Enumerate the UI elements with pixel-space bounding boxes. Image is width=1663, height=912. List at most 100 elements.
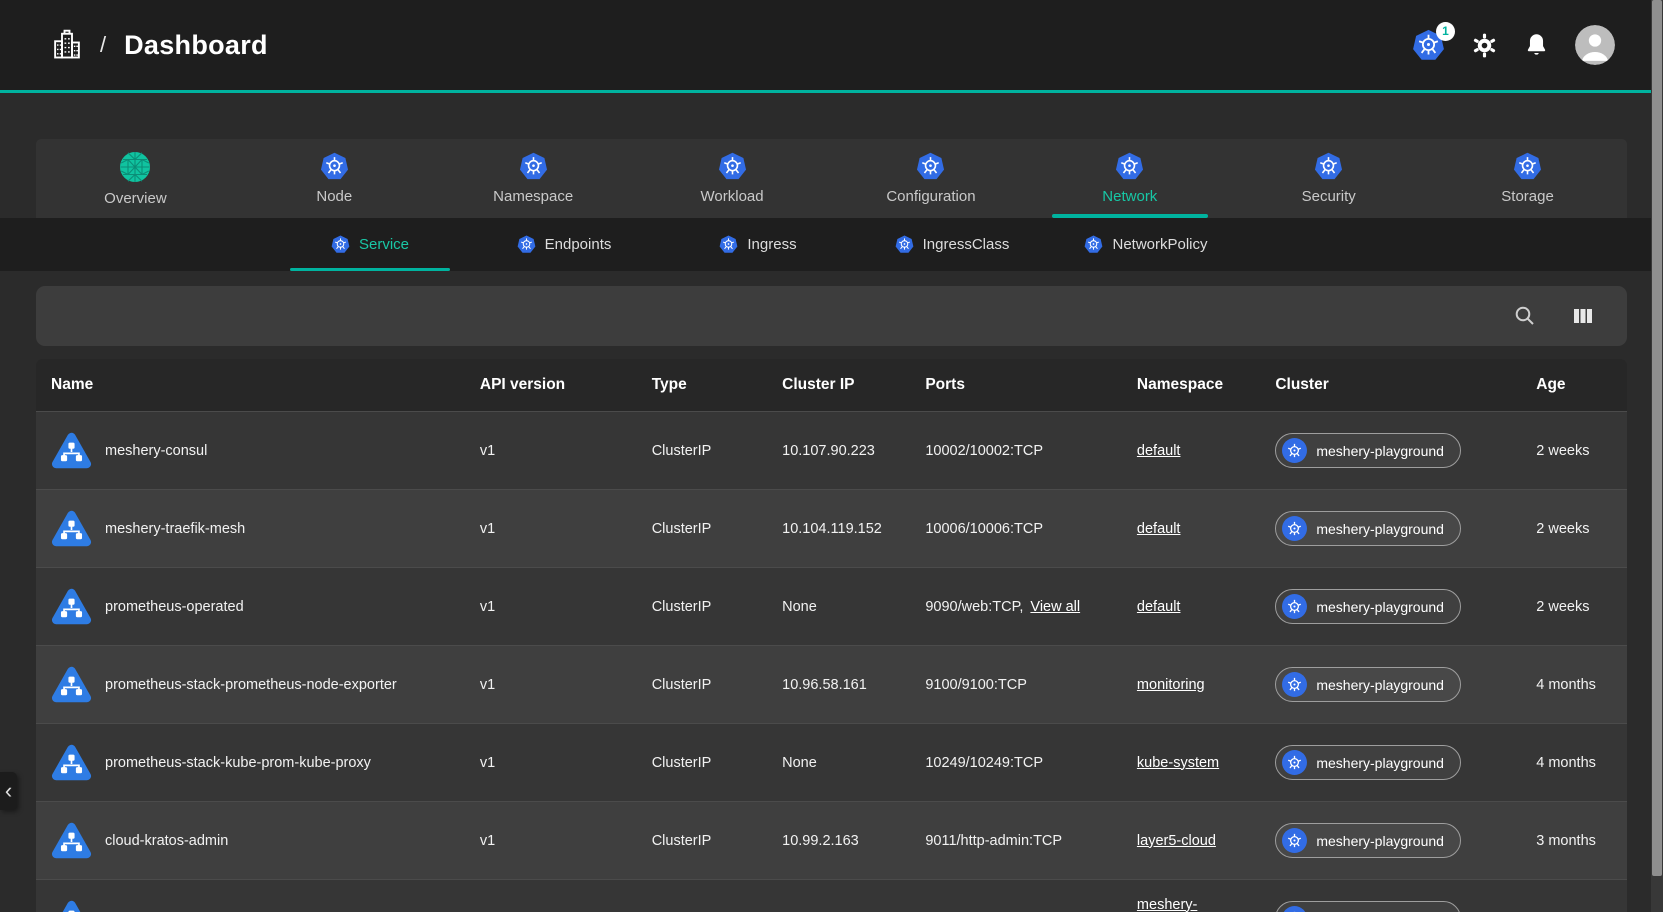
cluster-cell: meshery-playground [1275,511,1536,546]
service-name: cloud-kratos-admin [105,833,228,849]
cluster-chip[interactable]: meshery-playground [1275,823,1461,858]
resource-tab[interactable]: Security [1229,139,1428,218]
context-count-badge: 1 [1436,22,1455,41]
ports-value: 10006/10006:TCP [925,521,1043,537]
column-header-name[interactable]: Name [36,376,480,394]
age-cell: 2 weeks [1536,599,1627,615]
cluster-chip[interactable]: meshery-playground [1275,901,1461,912]
table-row: prometheus-operated v1 ClusterIP None 90… [36,567,1627,645]
column-header-api-version[interactable]: API version [480,376,652,394]
resource-tab[interactable]: Configuration [832,139,1031,218]
namespace-link[interactable]: layer5-cloud [1137,833,1216,849]
view-columns-button[interactable] [1565,298,1601,334]
api-version-cell: v1 [480,755,652,771]
api-version-cell: v1 [480,599,652,615]
namespace-link[interactable]: default [1137,443,1181,459]
table-row: prometheus-stack-prometheus-node-exporte… [36,645,1627,723]
app-root: / Dashboard 1 [0,0,1663,912]
scrollbar-thumb[interactable] [1652,0,1662,876]
kubernetes-icon [1282,906,1307,912]
kubernetes-context-button[interactable]: 1 [1412,29,1445,62]
cluster-cell: meshery-playground [1275,433,1536,468]
selected-subtab-underline [290,268,449,271]
table-row: meshery-traefik-mesh v1 ClusterIP 10.104… [36,489,1627,567]
settings-button[interactable] [1471,32,1498,59]
table-row: cloud-kratos-admin v1 ClusterIP 10.99.2.… [36,801,1627,879]
column-header-ports[interactable]: Ports [925,376,1137,394]
kubernetes-icon [1282,594,1307,619]
resource-tab[interactable]: Overview [36,139,235,218]
resource-tab[interactable]: Namespace [434,139,633,218]
view-all-ports-link[interactable]: View all [1030,599,1080,615]
column-header-age[interactable]: Age [1536,376,1627,394]
kubernetes-icon [719,235,738,254]
column-header-namespace[interactable]: Namespace [1137,376,1275,394]
service-name-cell[interactable] [36,898,480,912]
namespace-link[interactable]: kube-system [1137,755,1219,771]
cluster-chip[interactable]: meshery-playground [1275,433,1461,468]
column-header-cluster[interactable]: Cluster [1275,376,1536,394]
search-button[interactable] [1507,298,1543,334]
cluster-ip-cell: None [782,599,925,615]
service-name-cell[interactable]: meshery-traefik-mesh [36,508,480,549]
namespace-link[interactable]: default [1137,599,1181,615]
resource-tab[interactable]: Node [235,139,434,218]
resource-tab-label: Namespace [493,188,573,205]
ports-value: 10002/10002:TCP [925,443,1043,459]
kubernetes-icon [1282,438,1307,463]
resource-tab[interactable]: Network [1030,139,1229,218]
chevron-left-icon: ‹ [5,778,12,803]
cluster-chip[interactable]: meshery-playground [1275,745,1461,780]
column-header-type[interactable]: Type [652,376,782,394]
service-name-cell[interactable]: cloud-kratos-admin [36,820,480,861]
namespace-link[interactable]: meshery- [1137,897,1197,912]
cluster-chip-label: meshery-playground [1316,521,1444,537]
sub-tab[interactable]: Endpoints [467,218,661,271]
ports-value: 9100/9100:TCP [925,677,1027,693]
cluster-chip[interactable]: meshery-playground [1275,511,1461,546]
namespace-link[interactable]: monitoring [1137,677,1205,693]
namespace-link[interactable]: default [1137,521,1181,537]
type-cell: ClusterIP [652,521,782,537]
cluster-chip[interactable]: meshery-playground [1275,667,1461,702]
ports-value: 9090/web:TCP, [925,599,1023,615]
user-menu-button[interactable] [1575,25,1615,65]
kubernetes-icon [1513,152,1542,181]
service-name-cell[interactable]: prometheus-stack-kube-prom-kube-proxy [36,742,480,783]
resource-tab-label: Security [1302,188,1356,205]
sub-tab[interactable]: Service [273,218,467,271]
kubernetes-icon [331,235,350,254]
building-icon[interactable] [52,28,82,62]
kubernetes-icon [718,152,747,181]
column-header-cluster-ip[interactable]: Cluster IP [782,376,925,394]
table-row: meshery-consul v1 ClusterIP 10.107.90.22… [36,411,1627,489]
service-name-cell[interactable]: meshery-consul [36,430,480,471]
sub-tab[interactable]: IngressClass [855,218,1049,271]
table-body: meshery-consul v1 ClusterIP 10.107.90.22… [36,411,1627,912]
cluster-chip-label: meshery-playground [1316,755,1444,771]
resource-tab-label: Workload [701,188,764,205]
service-name-cell[interactable]: prometheus-operated [36,586,480,627]
service-name-cell[interactable]: prometheus-stack-prometheus-node-exporte… [36,664,480,705]
service-name: prometheus-stack-prometheus-node-exporte… [105,677,397,693]
service-icon [51,508,92,549]
breadcrumb-separator: / [100,32,106,58]
kubernetes-icon [320,152,349,181]
kubernetes-icon [916,152,945,181]
vertical-scrollbar [1651,0,1663,912]
ports-cell: 9011/http-admin:TCP [925,833,1137,849]
cluster-chip[interactable]: meshery-playground [1275,589,1461,624]
service-icon [51,742,92,783]
drawer-collapse-button[interactable]: ‹ [0,772,17,810]
cluster-cell: meshery-playground [1275,745,1536,780]
api-version-cell: v1 [480,677,652,693]
resource-tab[interactable]: Storage [1428,139,1627,218]
sub-tab[interactable]: NetworkPolicy [1049,218,1243,271]
resource-tab[interactable]: Workload [633,139,832,218]
kubernetes-icon [895,235,914,254]
sub-tab[interactable]: Ingress [661,218,855,271]
cluster-ip-cell: None [782,755,925,771]
ports-cell: 9090/web:TCP, View all [925,599,1137,615]
sub-tab-label: Service [359,236,409,253]
notifications-button[interactable] [1524,32,1549,59]
